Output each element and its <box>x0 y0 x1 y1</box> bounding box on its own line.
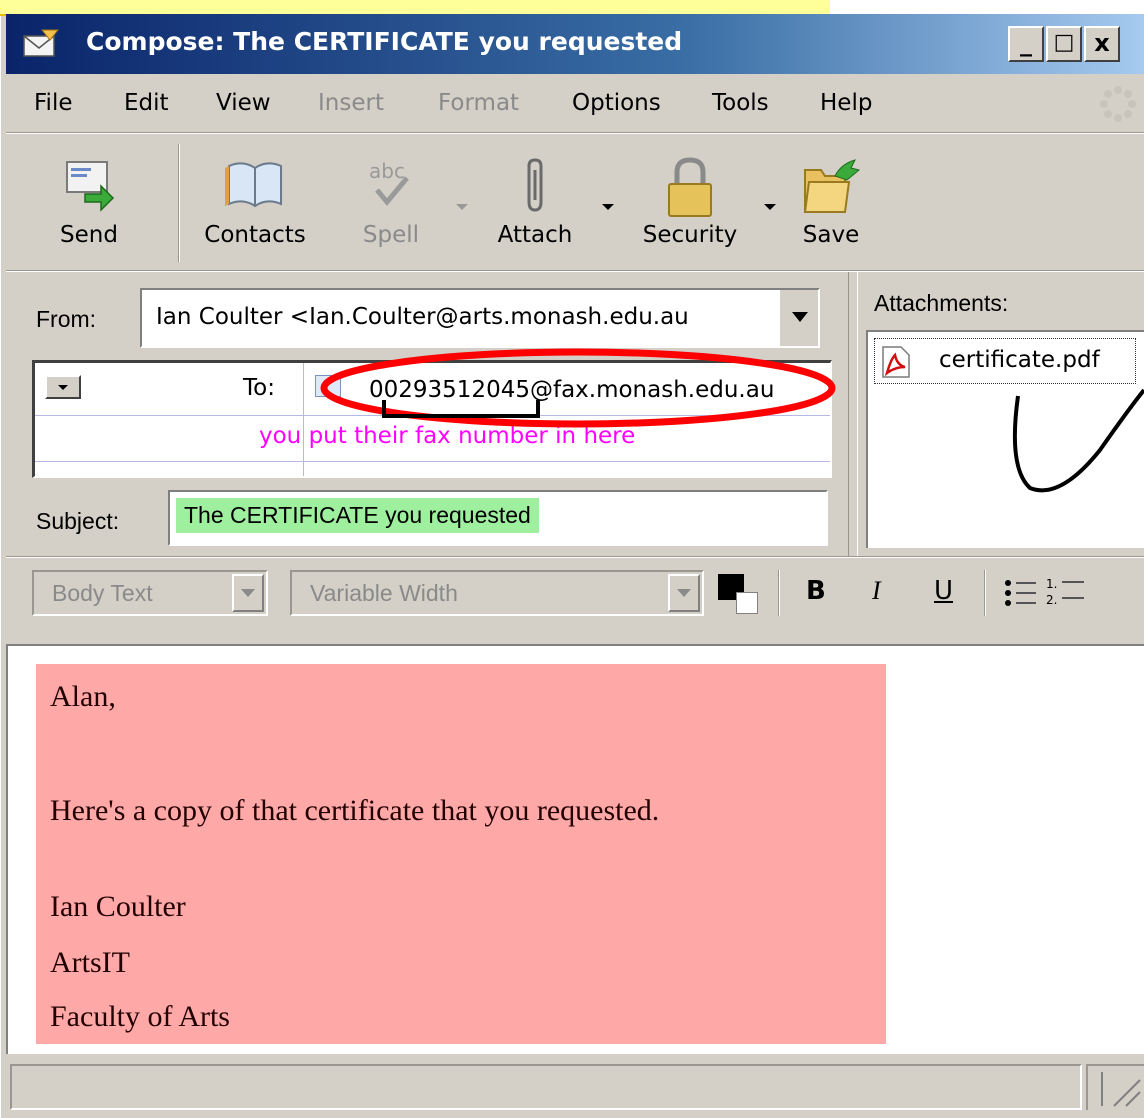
recipient-list[interactable]: To: 00293512045@fax.monash.edu.au you pu… <box>32 360 832 478</box>
address-card-icon <box>315 375 341 397</box>
toolbar-divider <box>178 144 180 262</box>
fax-hint-annotation: you put their fax number in here <box>259 423 636 449</box>
save-label: Save <box>802 222 860 248</box>
attachments-label: Attachments: <box>874 290 1009 316</box>
to-address-input[interactable]: 00293512045@fax.monash.edu.au <box>369 377 774 403</box>
attachments-list[interactable]: certificate.pdf <box>866 330 1144 548</box>
top-strip-right <box>830 0 1144 14</box>
attachment-item[interactable]: certificate.pdf <box>874 338 1136 384</box>
compose-mail-icon <box>23 29 60 57</box>
body-highlight: Alan, Here's a copy of that certificate … <box>36 664 886 1044</box>
send-icon <box>66 161 115 212</box>
status-bar <box>6 1058 1144 1118</box>
save-button[interactable]: Save <box>786 134 876 270</box>
paragraph-style-select[interactable]: Body Text <box>32 570 268 616</box>
maximize-button[interactable]: □ <box>1046 26 1082 62</box>
security-dropdown-arrow[interactable] <box>764 204 776 210</box>
subject-label: Subject: <box>36 508 120 534</box>
send-button[interactable]: Send <box>26 134 152 270</box>
attachment-filename: certificate.pdf <box>939 347 1100 373</box>
underline-button[interactable]: U <box>934 576 953 606</box>
bullet-list-icon[interactable] <box>1004 578 1038 608</box>
security-button[interactable]: Security <box>624 134 756 270</box>
send-label: Send <box>60 222 118 248</box>
address-headers: From: Ian Coulter <Ian.Coulter@arts.mona… <box>6 272 844 556</box>
window-title: Compose: The CERTIFICATE you requested <box>86 27 683 56</box>
lock-icon <box>668 157 712 217</box>
attach-label: Attach <box>497 222 573 248</box>
menu-format[interactable]: Format <box>438 90 519 116</box>
background-color-swatch[interactable] <box>736 592 758 614</box>
font-dropdown[interactable] <box>668 574 700 612</box>
spell-dropdown-arrow[interactable] <box>456 204 468 210</box>
spell-label: Spell <box>362 222 420 248</box>
svg-text:2.: 2. <box>1046 593 1057 607</box>
svg-text:1.: 1. <box>1046 577 1057 591</box>
main-toolbar: Send Contacts abc Spell Attach Security <box>6 134 1144 270</box>
subject-value: The CERTIFICATE you requested <box>176 498 539 533</box>
contacts-label: Contacts <box>204 222 306 248</box>
from-select[interactable]: Ian Coulter <Ian.Coulter@arts.monash.edu… <box>140 288 820 348</box>
address-book-icon <box>225 162 282 208</box>
format-divider <box>778 570 780 616</box>
paperclip-icon <box>527 158 543 212</box>
menu-view[interactable]: View <box>216 90 271 116</box>
close-button[interactable]: x <box>1084 26 1120 62</box>
subject-input[interactable]: The CERTIFICATE you requested <box>168 490 828 546</box>
format-divider-2 <box>984 570 986 616</box>
paragraph-style-value: Body Text <box>52 580 153 606</box>
from-value: Ian Coulter <Ian.Coulter@arts.monash.edu… <box>156 304 689 330</box>
menu-bar: File Edit View Insert Format Options Too… <box>6 78 1144 132</box>
body-line: Faculty of Arts <box>50 1000 230 1033</box>
font-value: Variable Width <box>310 580 458 606</box>
bold-button[interactable]: B <box>806 576 826 606</box>
menu-options[interactable]: Options <box>572 90 661 116</box>
font-select[interactable]: Variable Width <box>290 570 704 616</box>
numbered-list-icon[interactable]: 1. 2. <box>1046 574 1086 608</box>
recipient-column-divider <box>303 363 304 476</box>
recipient-row-empty[interactable]: you put their fax number in here <box>35 415 830 462</box>
formatting-toolbar: Body Text Variable Width B I U 1. 2. <box>6 560 1144 630</box>
body-line: Ian Coulter <box>50 890 186 923</box>
svg-text:abc: abc <box>369 159 405 183</box>
menu-insert[interactable]: Insert <box>318 90 384 116</box>
contacts-button[interactable]: Contacts <box>192 134 318 270</box>
address-type-dropdown[interactable] <box>45 375 81 399</box>
activity-throbber-icon <box>1100 86 1136 122</box>
resize-grip-icon <box>1101 1072 1141 1107</box>
spell-button[interactable]: abc Spell <box>346 134 436 270</box>
menu-edit[interactable]: Edit <box>124 90 169 116</box>
header-separator <box>6 556 1144 558</box>
spellcheck-icon: abc <box>369 159 409 206</box>
from-label: From: <box>36 306 97 332</box>
message-body-editor[interactable]: Alan, Here's a copy of that certificate … <box>6 644 1144 1054</box>
paragraph-style-dropdown[interactable] <box>232 574 264 612</box>
menu-tools[interactable]: Tools <box>712 90 769 116</box>
from-dropdown-button[interactable] <box>778 290 818 346</box>
attach-dropdown-arrow[interactable] <box>602 204 614 210</box>
status-text-pane <box>10 1064 1082 1110</box>
minimize-button[interactable]: _ <box>1008 26 1044 62</box>
title-bar: Compose: The CERTIFICATE you requested _… <box>6 14 1144 74</box>
to-label: To: <box>243 375 275 401</box>
security-label: Security <box>642 222 738 248</box>
menu-help[interactable]: Help <box>820 90 872 116</box>
save-folder-icon <box>803 159 861 213</box>
status-resize-grip[interactable] <box>1086 1064 1144 1110</box>
menu-file[interactable]: File <box>34 90 73 116</box>
recipient-row[interactable]: To: 00293512045@fax.monash.edu.au <box>35 363 830 416</box>
italic-button[interactable]: I <box>872 576 881 606</box>
pdf-file-icon <box>882 346 910 378</box>
recipient-row-empty-2[interactable] <box>35 461 830 475</box>
body-line: Here's a copy of that certificate that y… <box>50 794 660 827</box>
attachment-splitter[interactable] <box>848 272 858 556</box>
body-line: ArtsIT <box>50 946 130 979</box>
attach-button[interactable]: Attach <box>480 134 590 270</box>
body-line: Alan, <box>50 680 116 713</box>
